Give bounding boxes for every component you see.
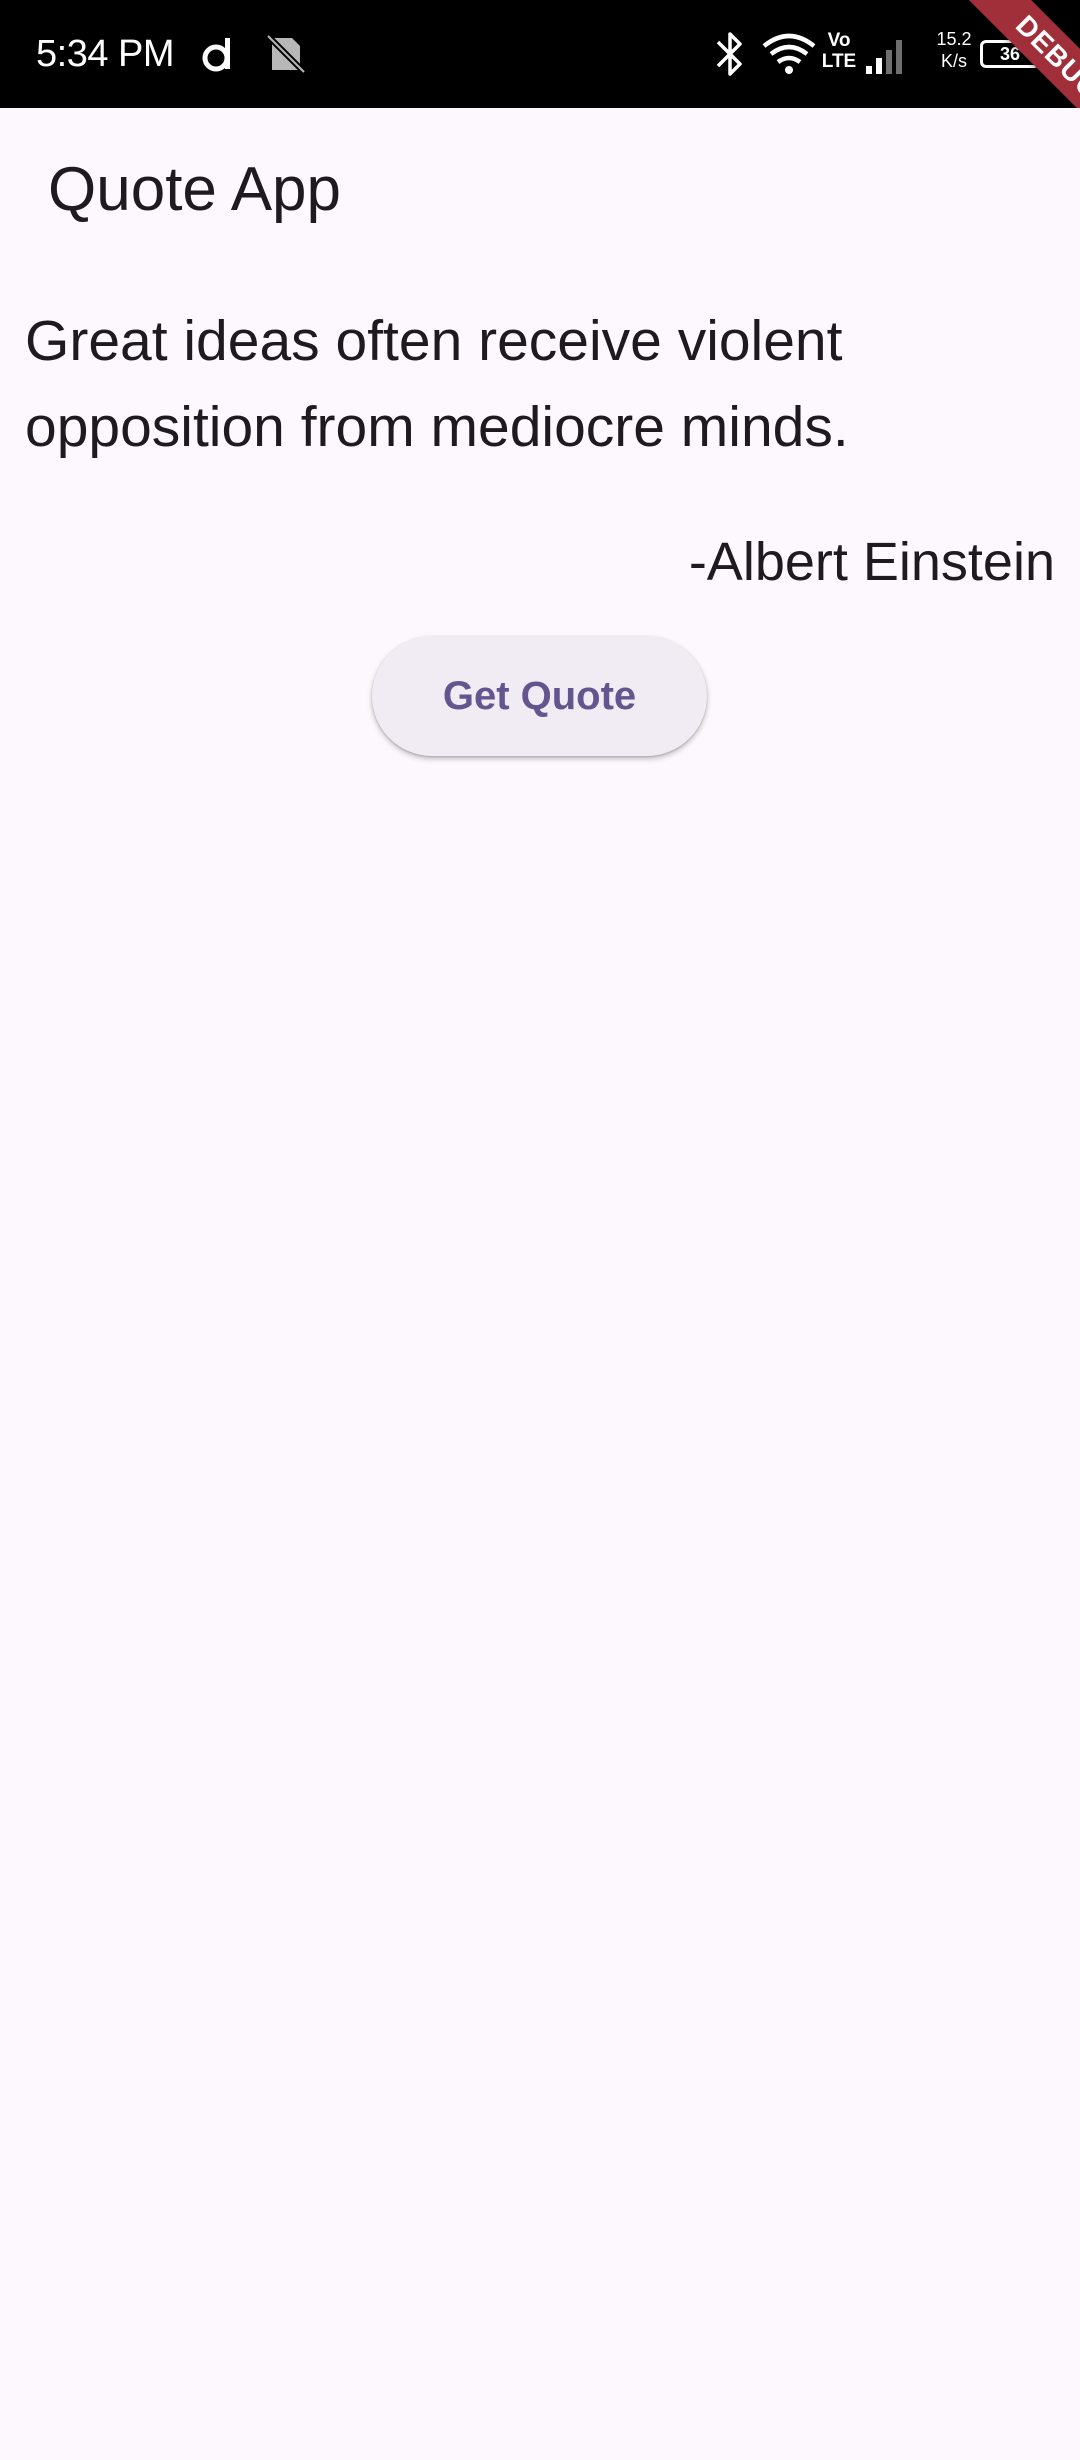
quote-text: Great ideas often receive violent opposi…	[25, 309, 849, 459]
page-title: Quote App	[48, 155, 342, 224]
volte-label: Vo	[827, 30, 851, 51]
lte-label: LTE	[821, 51, 857, 72]
network-speed-value: 15.2	[936, 29, 972, 49]
bluetooth-icon	[716, 32, 742, 76]
quote-author: -Albert Einstein	[688, 532, 1055, 592]
wifi-icon	[762, 33, 816, 74]
app-bar: Quote App	[0, 108, 1080, 276]
d-app-icon	[202, 38, 230, 72]
get-quote-button[interactable]: Get Quote	[372, 636, 707, 756]
status-bar: 5:34 PM Vo LTE 15.2 K/s 36 DEBUG	[0, 0, 1080, 108]
status-time: 5:34 PM	[36, 33, 175, 75]
network-speed: 15.2 K/s	[924, 28, 984, 72]
cellular-signal-icon	[866, 40, 902, 74]
volte-icon: Vo LTE	[818, 30, 860, 72]
no-sync-icon	[265, 33, 307, 75]
network-speed-unit: K/s	[940, 51, 967, 71]
